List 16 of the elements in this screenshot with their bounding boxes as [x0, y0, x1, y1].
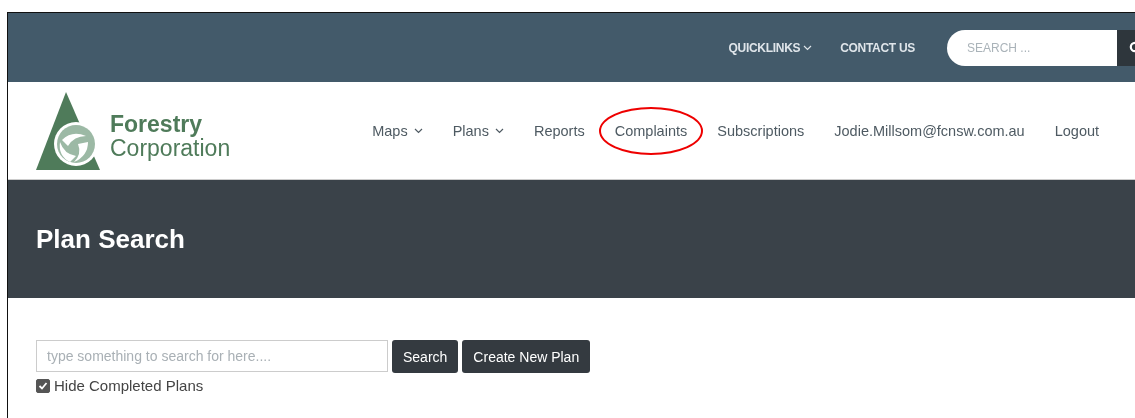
search-field[interactable]: type something to search for here.... [36, 340, 388, 372]
nav-link[interactable]: Reports [527, 122, 591, 139]
nav-link[interactable]: Complaints [608, 122, 694, 139]
nav-link[interactable]: Subscriptions [711, 122, 811, 139]
nav-link[interactable]: Jodie.Millsom@fcnsw.com.au [828, 122, 1031, 139]
search-button[interactable]: Search [392, 340, 459, 373]
nav-link[interactable]: Plans [446, 122, 510, 139]
top-link[interactable]: QUICKLINKS [728, 40, 813, 55]
create-plan-button[interactable]: Create New Plan [462, 340, 591, 373]
search-field[interactable]: SEARCH ... [947, 29, 1117, 66]
page-title: Plan Search [36, 223, 185, 255]
checkbox-label: Hide Completed Plans [54, 377, 204, 394]
logo-wordmark: Forestry [110, 111, 204, 136]
nav-link[interactable]: Logout [1048, 122, 1106, 139]
nav-link[interactable]: Maps [366, 122, 429, 139]
top-link[interactable]: CONTACT US [840, 40, 915, 55]
